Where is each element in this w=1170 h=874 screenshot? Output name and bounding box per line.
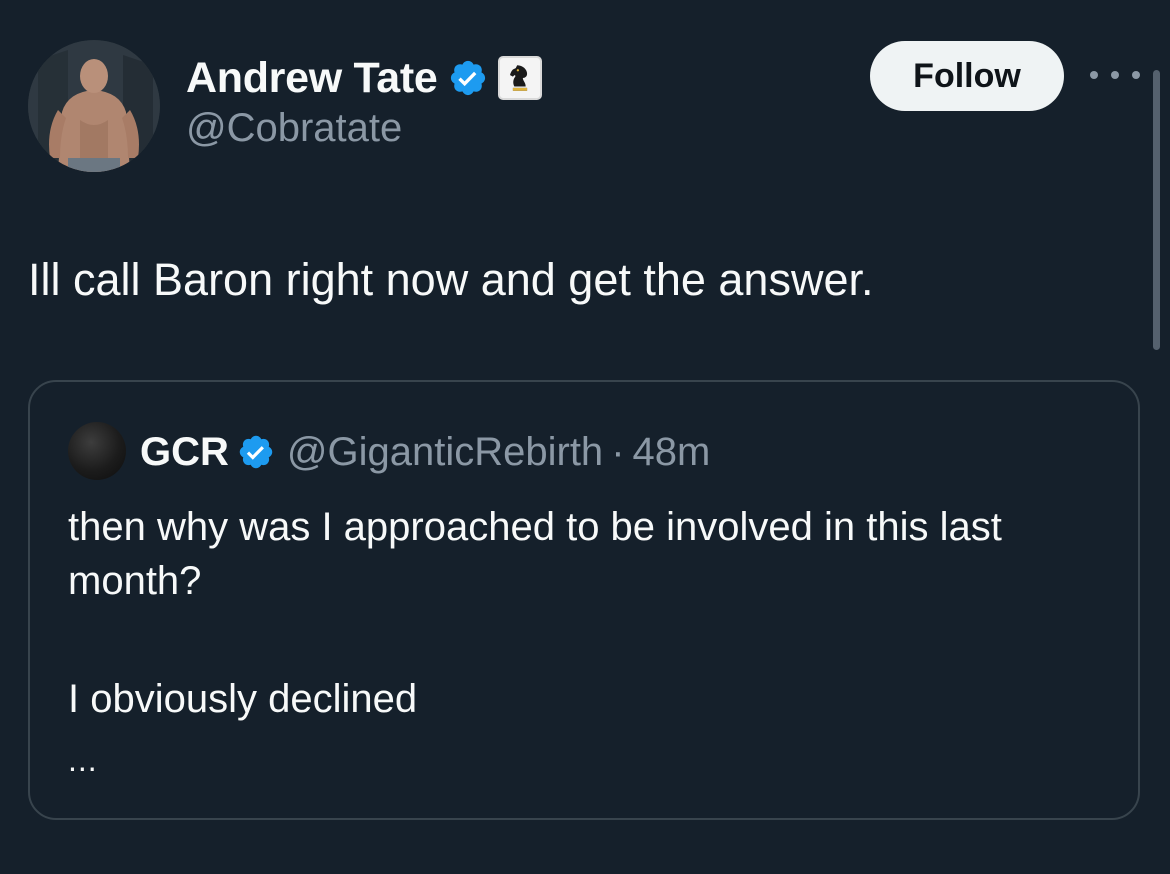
tweet-text: Ill call Baron right now and get the ans… <box>28 254 874 305</box>
more-dot <box>1090 71 1098 79</box>
quoted-tweet-card[interactable]: GCR @GiganticRebirth · 48m then why was … <box>28 380 1140 820</box>
quote-header: GCR @GiganticRebirth · 48m <box>140 424 710 480</box>
scrollbar-thumb[interactable] <box>1153 70 1160 350</box>
quote-line: then why was I approached to be involved… <box>68 505 1002 603</box>
author-handle[interactable]: @Cobratate <box>186 106 402 151</box>
verified-badge-icon[interactable] <box>237 433 275 471</box>
quote-display-name[interactable]: GCR <box>140 430 229 475</box>
quote-author-avatar[interactable] <box>68 422 126 480</box>
quote-line: I obviously declined <box>68 677 418 721</box>
more-options-icon[interactable] <box>1090 60 1140 90</box>
quote-truncation: ... <box>68 742 98 778</box>
quote-timestamp[interactable]: 48m <box>633 430 711 475</box>
chess-knight-icon[interactable] <box>497 56 542 100</box>
more-dot <box>1111 71 1119 79</box>
author-name-row: Andrew Tate <box>186 50 542 106</box>
quote-text: then why was I approached to be involved… <box>68 500 1108 726</box>
follow-button[interactable]: Follow <box>870 41 1064 111</box>
author-avatar[interactable] <box>28 40 160 172</box>
quote-separator: · <box>611 429 625 474</box>
more-dot <box>1132 71 1140 79</box>
verified-badge-icon[interactable] <box>448 58 488 98</box>
author-display-name[interactable]: Andrew Tate <box>186 54 438 103</box>
quote-handle[interactable]: @GiganticRebirth <box>287 430 603 475</box>
